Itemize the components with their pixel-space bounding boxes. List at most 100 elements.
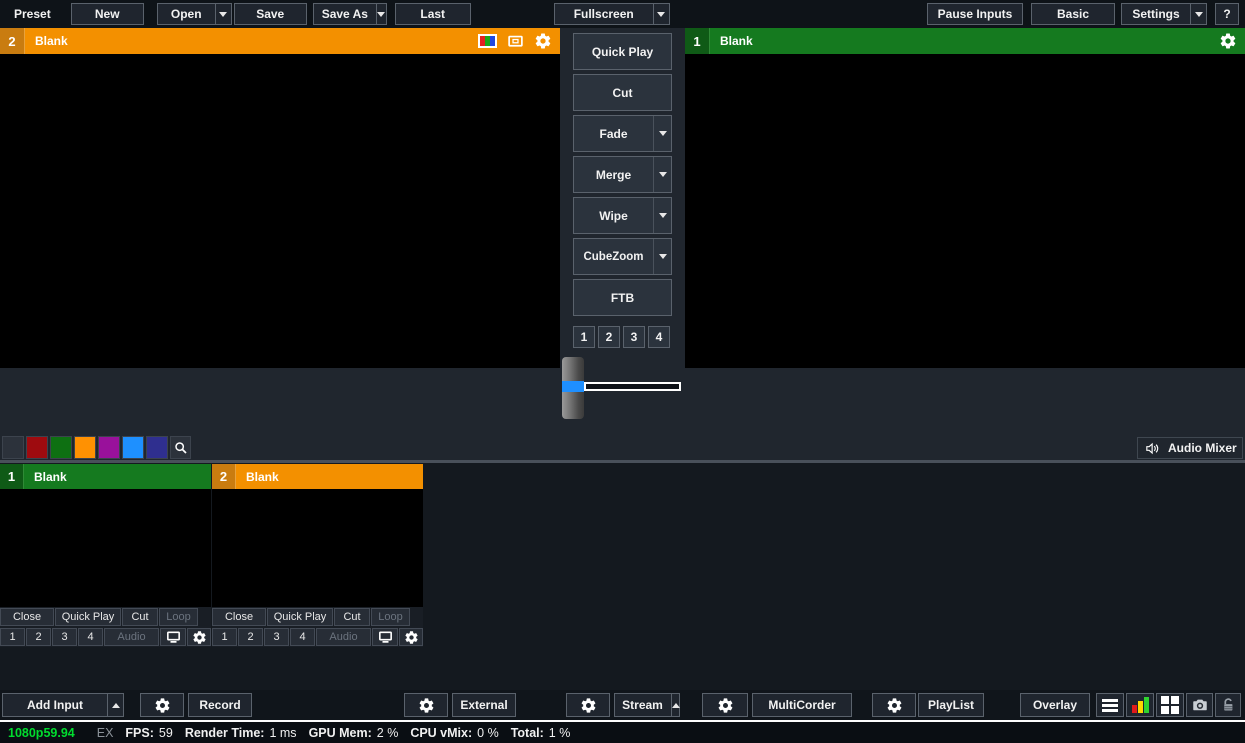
loop-button[interactable]: Loop (371, 608, 410, 626)
fullscreen-dropdown[interactable] (652, 4, 669, 24)
settings-button[interactable]: Settings (1121, 3, 1207, 25)
last-button[interactable]: Last (394, 3, 471, 25)
snapshot-button[interactable] (1186, 693, 1213, 717)
pause-inputs-button[interactable]: Pause Inputs (927, 3, 1023, 25)
input-2-video[interactable] (212, 489, 423, 607)
preview-number: 2 (0, 28, 25, 54)
swatch-blue[interactable] (122, 436, 144, 459)
audio-mixer-button[interactable]: Audio Mixer (1137, 437, 1243, 459)
merge-dropdown[interactable] (653, 157, 671, 192)
colorbars-icon[interactable] (478, 34, 497, 48)
overlay-2-button[interactable]: 2 (26, 628, 51, 646)
stream-dropdown[interactable] (670, 694, 680, 716)
ftb-button[interactable]: FTB (573, 279, 672, 316)
external-settings-button[interactable] (404, 693, 448, 717)
tbar-position-stripe (562, 381, 584, 392)
new-button[interactable]: New (70, 3, 144, 25)
overlay-3-button[interactable]: 3 (52, 628, 77, 646)
overlay-button[interactable]: Overlay (1020, 693, 1090, 717)
multicorder-button[interactable]: MultiCorder (752, 693, 852, 717)
grid-view-button[interactable] (1156, 693, 1184, 717)
stinger-4-button[interactable]: 4 (648, 326, 670, 348)
loop-button[interactable]: Loop (159, 608, 198, 626)
swatch-orange[interactable] (74, 436, 96, 459)
overlay-3-button[interactable]: 3 (264, 628, 289, 646)
stream-button[interactable]: Stream (614, 693, 680, 717)
cut-button[interactable]: Cut (334, 608, 370, 626)
quick-play-button[interactable]: Quick Play (573, 33, 672, 70)
save-as-dropdown[interactable] (375, 4, 386, 24)
basic-button[interactable]: Basic (1031, 3, 1115, 25)
input-settings-button[interactable] (187, 628, 211, 646)
input-settings-button[interactable] (399, 628, 423, 646)
gear-icon[interactable] (1219, 32, 1237, 50)
tbar-handle[interactable] (562, 357, 584, 419)
playlist-button[interactable]: PlayList (918, 693, 984, 717)
grid-icon (1161, 696, 1179, 714)
wipe-dropdown[interactable] (653, 198, 671, 233)
audio-button[interactable]: Audio (316, 628, 371, 646)
overlay-2-button[interactable]: 2 (238, 628, 263, 646)
caret-down-icon (658, 213, 667, 218)
input-1-header[interactable]: 1 Blank (0, 464, 211, 489)
input-tile-2: 2 Blank Close Quick Play Cut Loop 1 2 3 … (212, 464, 423, 647)
gear-icon[interactable] (534, 32, 552, 50)
open-button[interactable]: Open (156, 3, 232, 25)
transition-panel: Quick Play Cut Fade Merge Wipe CubeZoom … (560, 28, 685, 368)
fullscreen-output-button[interactable] (160, 628, 186, 646)
playlist-settings-button[interactable] (872, 693, 916, 717)
open-dropdown[interactable] (214, 4, 231, 24)
help-button[interactable]: ? (1215, 3, 1239, 25)
cubezoom-dropdown[interactable] (653, 239, 671, 274)
gear-icon (192, 630, 207, 645)
stream-settings-button[interactable] (566, 693, 610, 717)
settings-dropdown[interactable] (1190, 4, 1206, 24)
fade-dropdown[interactable] (653, 116, 671, 151)
quick-play-button[interactable]: Quick Play (55, 608, 121, 626)
stinger-2-button[interactable]: 2 (598, 326, 620, 348)
wipe-button[interactable]: Wipe (573, 197, 672, 234)
cut-button[interactable]: Cut (122, 608, 158, 626)
list-view-button[interactable] (1096, 693, 1124, 717)
multicorder-settings-button[interactable] (702, 693, 748, 717)
stinger-1-button[interactable]: 1 (573, 326, 595, 348)
record-button[interactable]: Record (188, 693, 252, 717)
swatch-purple[interactable] (98, 436, 120, 459)
swatch-navy[interactable] (146, 436, 168, 459)
cut-button[interactable]: Cut (573, 74, 672, 111)
add-input-button[interactable]: Add Input (2, 693, 124, 717)
fullscreen-output-button[interactable] (372, 628, 398, 646)
audio-button[interactable]: Audio (104, 628, 159, 646)
overlay-1-button[interactable]: 1 (0, 628, 25, 646)
cpu-vmix-label: CPU vMix: (410, 725, 473, 740)
preview-header-icons (478, 32, 552, 50)
save-as-button[interactable]: Save As (312, 3, 387, 25)
stinger-3-button[interactable]: 3 (623, 326, 645, 348)
input-1-video[interactable] (0, 489, 211, 607)
fullscreen-button[interactable]: Fullscreen (553, 3, 670, 25)
close-button[interactable]: Close (0, 608, 54, 626)
swatch-none[interactable] (2, 436, 24, 459)
lock-button[interactable] (1215, 693, 1241, 717)
fade-label: Fade (599, 126, 628, 141)
input-2-header[interactable]: 2 Blank (212, 464, 423, 489)
gear-icon (717, 697, 734, 714)
input-1-controls-row: Close Quick Play Cut Loop (0, 607, 211, 627)
add-input-dropdown[interactable] (107, 694, 123, 716)
swatch-green[interactable] (50, 436, 72, 459)
search-button[interactable] (170, 436, 191, 459)
overlay-1-button[interactable]: 1 (212, 628, 237, 646)
external-button[interactable]: External (452, 693, 516, 717)
cubezoom-button[interactable]: CubeZoom (573, 238, 672, 275)
close-button[interactable]: Close (212, 608, 266, 626)
overlay-4-button[interactable]: 4 (290, 628, 315, 646)
fade-button[interactable]: Fade (573, 115, 672, 152)
audio-meters-button[interactable] (1126, 693, 1154, 717)
overlay-4-button[interactable]: 4 (78, 628, 103, 646)
monitor-icon[interactable] (506, 33, 525, 50)
save-button[interactable]: Save (233, 3, 307, 25)
record-settings-button[interactable] (140, 693, 184, 717)
swatch-red[interactable] (26, 436, 48, 459)
merge-button[interactable]: Merge (573, 156, 672, 193)
quick-play-button[interactable]: Quick Play (267, 608, 333, 626)
